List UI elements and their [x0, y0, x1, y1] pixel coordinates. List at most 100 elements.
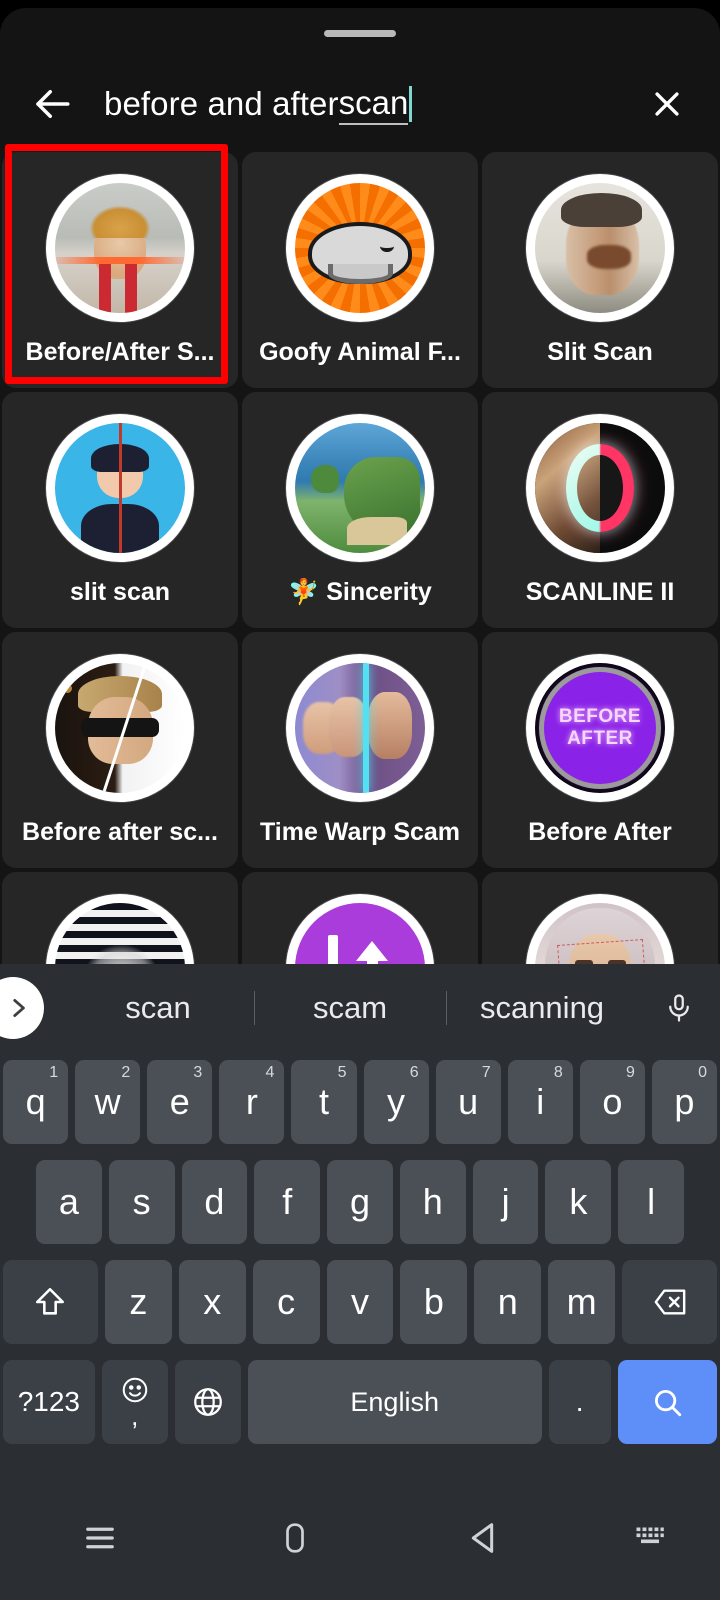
key-m[interactable]: m: [548, 1260, 616, 1344]
effect-thumbnail: [46, 894, 194, 968]
search-input[interactable]: before and after scan: [82, 74, 636, 134]
key-f[interactable]: f: [254, 1160, 321, 1244]
key-g[interactable]: g: [327, 1160, 393, 1244]
key-o[interactable]: 9o: [579, 1060, 645, 1144]
effect-thumbnail: [46, 174, 194, 322]
key-c[interactable]: c: [252, 1260, 320, 1344]
back-button-nav[interactable]: [390, 1518, 580, 1558]
home-icon: [286, 1523, 304, 1553]
sheet-drag-handle[interactable]: [324, 30, 396, 37]
keyboard-row-1: 1q 2w 3e 4r 5t 6y 7u 8i 9o 0p: [0, 1052, 720, 1152]
keyboard-row-3: z x c v b n m: [0, 1252, 720, 1352]
microphone-icon: [669, 994, 689, 1022]
key-y[interactable]: 6y: [363, 1060, 429, 1144]
key-label: w: [94, 1081, 121, 1122]
before-after-badge: BEFORE AFTER: [544, 672, 656, 784]
effect-thumbnail: [286, 654, 434, 802]
recents-button[interactable]: [0, 1517, 200, 1559]
effect-thumbnail: [526, 414, 674, 562]
effect-card-purple-arrows[interactable]: [242, 872, 478, 968]
search-query-composing: scan: [338, 84, 409, 125]
effect-card-scanline-ii[interactable]: SCANLINE II: [482, 392, 718, 628]
effect-card-before-after[interactable]: BEFORE AFTER Before After: [482, 632, 718, 868]
key-q[interactable]: 1q: [3, 1060, 69, 1144]
key-n[interactable]: n: [474, 1260, 542, 1344]
effect-card-slit-scan[interactable]: Slit Scan: [482, 152, 718, 388]
effect-label: Goofy Animal F...: [259, 338, 461, 366]
effect-card-goofy-animal-f[interactable]: Goofy Animal F...: [242, 152, 478, 388]
key-v[interactable]: v: [326, 1260, 394, 1344]
expand-suggestions-button[interactable]: [0, 977, 44, 1039]
effect-card-slit-scan-lower[interactable]: slit scan: [2, 392, 238, 628]
key-label: u: [458, 1081, 479, 1122]
key-j[interactable]: j: [472, 1160, 539, 1244]
key-u[interactable]: 7u: [435, 1060, 501, 1144]
effect-thumbnail: [286, 414, 434, 562]
effect-card-time-warp-scam[interactable]: Time Warp Scam: [242, 632, 478, 868]
shift-key[interactable]: [2, 1260, 98, 1344]
key-a[interactable]: a: [35, 1160, 102, 1244]
key-w[interactable]: 2w: [75, 1060, 141, 1144]
suggestion-item-3[interactable]: scanning: [446, 990, 638, 1026]
key-number: 5: [337, 1064, 347, 1081]
search-query-committed: before and after: [104, 85, 339, 122]
badge-line-2: AFTER: [567, 728, 633, 749]
key-label: p: [674, 1081, 695, 1122]
key-s[interactable]: s: [108, 1160, 175, 1244]
effect-card-before-after-s[interactable]: Before/After S...: [2, 152, 238, 388]
voice-input-button[interactable]: [638, 988, 720, 1028]
key-p[interactable]: 0p: [651, 1060, 717, 1144]
effect-card-before-after-sc[interactable]: Before after sc...: [2, 632, 238, 868]
backspace-key[interactable]: [622, 1260, 718, 1344]
effect-thumbnail: [46, 414, 194, 562]
key-label: r: [245, 1081, 258, 1122]
effect-card-hijab-face[interactable]: [482, 872, 718, 968]
key-e[interactable]: 3e: [147, 1060, 213, 1144]
key-d[interactable]: d: [181, 1160, 248, 1244]
key-label: q: [25, 1081, 46, 1122]
effect-thumbnail: BEFORE AFTER: [526, 654, 674, 802]
back-button[interactable]: [22, 74, 82, 134]
key-number: 6: [409, 1064, 419, 1081]
effects-grid: Before/After S... Goofy Animal F... Slit…: [0, 152, 720, 968]
language-key[interactable]: [174, 1360, 241, 1444]
suggestion-strip: scan scam scanning: [0, 964, 720, 1052]
hide-keyboard-button[interactable]: [580, 1520, 720, 1556]
key-l[interactable]: l: [618, 1160, 685, 1244]
suggestion-item-2[interactable]: scam: [254, 990, 446, 1026]
key-number: 9: [625, 1064, 635, 1081]
soft-keyboard: scan scam scanning 1q 2w 3e 4r 5t 6y 7u …: [0, 964, 720, 1476]
suggestion-item-1[interactable]: scan: [62, 990, 254, 1026]
clear-search-button[interactable]: [636, 73, 698, 135]
effect-label: Time Warp Scam: [259, 818, 461, 846]
key-b[interactable]: b: [400, 1260, 468, 1344]
effect-card-sincerity[interactable]: 🧚 Sincerity: [242, 392, 478, 628]
effect-label: Before/After S...: [25, 338, 215, 366]
comma-label: ,: [131, 1401, 139, 1431]
badge-line-1: BEFORE: [558, 706, 642, 728]
key-z[interactable]: z: [104, 1260, 172, 1344]
search-enter-key[interactable]: [617, 1360, 717, 1444]
keyboard-row-2: a s d f g h j k l: [0, 1152, 720, 1252]
text-caret: [409, 86, 413, 122]
key-t[interactable]: 5t: [291, 1060, 357, 1144]
key-i[interactable]: 8i: [507, 1060, 573, 1144]
search-bar: before and after scan: [0, 60, 720, 148]
chevron-right-icon: [13, 999, 25, 1017]
home-button[interactable]: [200, 1518, 390, 1558]
key-x[interactable]: x: [178, 1260, 246, 1344]
suggestion-list: scan scam scanning: [62, 990, 638, 1026]
effect-label: 🧚 Sincerity: [288, 578, 432, 606]
space-key[interactable]: English: [247, 1360, 542, 1444]
period-key[interactable]: .: [548, 1360, 611, 1444]
key-k[interactable]: k: [545, 1160, 612, 1244]
key-number: 2: [121, 1064, 131, 1081]
key-h[interactable]: h: [399, 1160, 466, 1244]
effect-card-butterfly-stripes[interactable]: [2, 872, 238, 968]
symbols-key[interactable]: ?123: [3, 1360, 95, 1444]
emoji-key[interactable]: ,: [101, 1360, 168, 1444]
effect-thumbnail: [286, 174, 434, 322]
key-label: o: [602, 1081, 623, 1122]
effect-label: SCANLINE II: [525, 578, 675, 606]
key-r[interactable]: 4r: [219, 1060, 285, 1144]
